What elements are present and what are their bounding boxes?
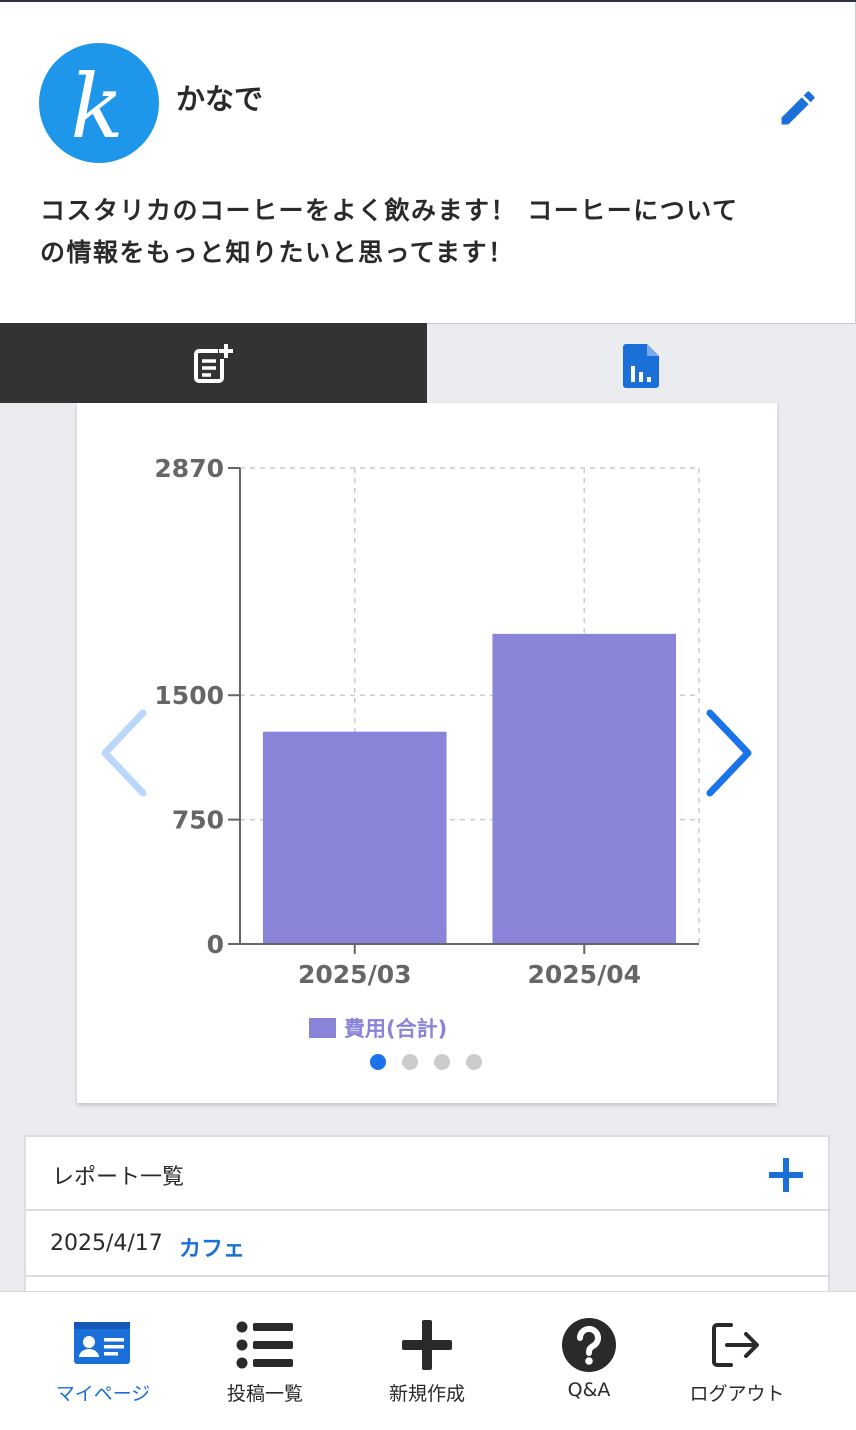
nav-label: 新規作成	[388, 1383, 465, 1405]
chart-legend: 費用(合計)	[309, 1012, 447, 1044]
nav-label: ログアウト	[689, 1383, 785, 1405]
username: かなで	[176, 82, 264, 116]
carousel-dots	[370, 1054, 498, 1070]
legend-label: 費用(合計)	[344, 1017, 448, 1041]
avatar: k	[39, 43, 159, 163]
tab-report[interactable]	[427, 323, 856, 403]
carousel-next-button[interactable]	[700, 705, 760, 805]
nav-mypage[interactable]: マイページ	[23, 1292, 183, 1430]
y-tick-label: 1500	[154, 681, 224, 710]
nav-label: 投稿一覧	[226, 1383, 303, 1405]
expense-bar-chart: 0 750 1500 2870 2025/03 2025/04	[154, 454, 700, 989]
tab-posts[interactable]	[0, 323, 427, 403]
x-tick-label: 2025/04	[527, 960, 641, 989]
nav-qa[interactable]: Q&A	[509, 1292, 669, 1430]
report-row[interactable]: 2025/4/17 カフェ	[26, 1211, 828, 1277]
edit-profile-button[interactable]	[776, 86, 820, 130]
expense-chart-card: 0 750 1500 2870 2025/03 2025/04 費用(合計)	[77, 403, 777, 1103]
chevron-left-icon	[101, 709, 147, 797]
bottom-navigation: マイページ 投稿一覧 新規作成 Q&A ログアウト	[0, 1291, 856, 1430]
plus-icon	[402, 1320, 452, 1370]
y-tick-label: 0	[207, 930, 224, 959]
profile-bio: コスタリカのコーヒーをよく飲みます！ コーヒーについて の情報をもっと知りたいと…	[40, 190, 820, 274]
post-add-icon	[194, 343, 236, 383]
mypage-tabs	[0, 323, 856, 403]
list-icon	[236, 1321, 293, 1369]
nav-label: マイページ	[55, 1383, 151, 1405]
question-icon	[562, 1318, 616, 1372]
chevron-right-icon	[706, 709, 752, 797]
carousel-dot[interactable]	[370, 1054, 386, 1070]
logout-icon	[712, 1323, 759, 1367]
nav-label: Q&A	[567, 1379, 611, 1401]
carousel-dot[interactable]	[402, 1054, 418, 1070]
chart-bar	[262, 731, 447, 944]
bio-line: の情報をもっと知りたいと思ってます！	[40, 238, 515, 267]
add-report-button[interactable]	[766, 1155, 806, 1195]
report-category-link[interactable]: カフェ	[179, 1231, 245, 1263]
avatar-letter-icon: k	[70, 55, 123, 158]
report-date: 2025/4/17	[50, 1231, 163, 1256]
chart-bar	[492, 633, 677, 944]
nav-new-post[interactable]: 新規作成	[347, 1292, 507, 1430]
report-chart-icon	[623, 344, 659, 388]
y-tick-label: 2870	[154, 454, 224, 483]
profile-section: k かなで コスタリカのコーヒーをよく飲みます！ コーヒーについて の情報をもっ…	[0, 2, 856, 323]
carousel-prev-button[interactable]	[95, 705, 155, 805]
bio-line: コスタリカのコーヒーをよく飲みます！ コーヒーについて	[40, 196, 739, 225]
plus-icon	[769, 1158, 803, 1192]
legend-swatch	[309, 1018, 336, 1038]
nav-logout[interactable]: ログアウト	[657, 1292, 817, 1430]
id-card-icon	[74, 1322, 130, 1364]
carousel-dot[interactable]	[434, 1054, 450, 1070]
report-list-header: レポート一覧	[26, 1137, 828, 1211]
nav-posts[interactable]: 投稿一覧	[185, 1292, 345, 1430]
carousel-dot[interactable]	[466, 1054, 482, 1070]
avatar-letter: k	[70, 55, 123, 158]
report-list-title: レポート一覧	[52, 1165, 185, 1190]
y-tick-label: 750	[172, 806, 224, 835]
pencil-icon	[781, 91, 815, 125]
x-tick-label: 2025/03	[298, 960, 412, 989]
